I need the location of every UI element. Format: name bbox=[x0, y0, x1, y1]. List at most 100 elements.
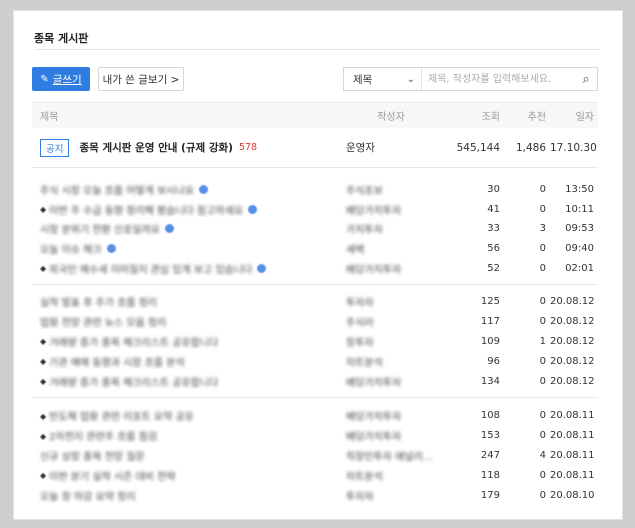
search-type-value: 제목 bbox=[353, 73, 373, 86]
post-title[interactable]: 실적 발표 후 주가 흐름 정리 bbox=[40, 294, 157, 309]
post-author[interactable]: 배당가치투자 bbox=[346, 202, 401, 217]
table-row[interactable]: 오늘 장 마감 요약 정리 투자자 179 0 20.08.10 bbox=[32, 485, 598, 505]
table-row[interactable]: ◆ 기관 매매 동향과 시장 흐름 분석 차트분석 96 0 20.08.12 bbox=[32, 351, 598, 371]
post-likes: 0 bbox=[539, 489, 546, 501]
post-date: 20.08.10 bbox=[550, 489, 595, 501]
new-post-dot-icon bbox=[164, 224, 174, 234]
post-author[interactable]: 직장인투자 애널리... bbox=[346, 448, 432, 463]
table-row[interactable]: 실적 발표 후 주가 흐름 정리 투자자 125 0 20.08.12 bbox=[32, 292, 598, 312]
table-row[interactable]: 주식 시장 오늘 흐름 어떻게 보시나요 주식초보 30 0 13:50 bbox=[32, 180, 598, 200]
post-views: 153 bbox=[480, 430, 500, 442]
post-group: ◆ 반도체 업황 관련 리포트 요약 공유 배당가치투자 108 0 20.08.11 ◆ 2… bbox=[32, 398, 598, 511]
table-row[interactable]: 신규 상장 종목 전망 질문 직장인투자 애널리... 247 4 20.08.11 bbox=[32, 446, 598, 466]
post-author[interactable]: 주식러 bbox=[346, 314, 374, 329]
post-title[interactable]: 거래량 증가 종목 체크리스트 공유합니다 bbox=[49, 334, 218, 349]
post-date: 20.08.11 bbox=[550, 449, 595, 461]
notice-date: 17.10.30 bbox=[550, 141, 597, 154]
post-group: 실적 발표 후 주가 흐름 정리 투자자 125 0 20.08.12 업황 전망 관련 … bbox=[32, 285, 598, 398]
header-likes: 추천 bbox=[527, 112, 546, 123]
bullet-icon: ◆ bbox=[40, 205, 47, 215]
notice-row[interactable]: 공지 종목 게시판 운영 안내 (규제 강화) 578 운영자 545,144 … bbox=[32, 128, 598, 168]
post-title[interactable]: 이번 분기 실적 시즌 대비 전략 bbox=[49, 468, 175, 483]
post-title[interactable]: 이번 주 수급 동향 정리해 봤습니다 참고하세요 bbox=[49, 202, 243, 217]
board-title: 종목 게시판 bbox=[34, 32, 89, 45]
post-author[interactable]: 배당가치투자 bbox=[346, 408, 401, 423]
post-title[interactable]: 오늘 장 마감 요약 정리 bbox=[40, 488, 136, 503]
table-row[interactable]: 시장 분위기 전환 신호일까요 가치투자 33 3 09:53 bbox=[32, 219, 598, 239]
post-title[interactable]: 반도체 업황 관련 리포트 요약 공유 bbox=[49, 408, 194, 423]
post-title[interactable]: 기관 매매 동향과 시장 흐름 분석 bbox=[49, 354, 185, 369]
post-date: 20.08.12 bbox=[550, 335, 595, 347]
new-post-dot-icon bbox=[248, 204, 258, 214]
write-button-label: 글쓰기 bbox=[52, 73, 82, 86]
post-views: 109 bbox=[480, 335, 500, 347]
post-title[interactable]: 외국인 매수세 이어질지 관심 있게 보고 있습니다 bbox=[49, 261, 252, 276]
table-row[interactable]: ◆ 거래량 증가 종목 체크리스트 공유합니다 배당가치투자 134 0 20.08.12 bbox=[32, 371, 598, 391]
notice-title[interactable]: 종목 게시판 운영 안내 (규제 강화) bbox=[79, 140, 232, 155]
notice-views: 545,144 bbox=[456, 141, 500, 154]
post-author[interactable]: 주식초보 bbox=[346, 182, 383, 197]
post-date: 20.08.11 bbox=[550, 410, 595, 422]
post-views: 247 bbox=[480, 449, 500, 461]
search-input[interactable] bbox=[422, 68, 575, 90]
table-row[interactable]: ◆ 이번 주 수급 동향 정리해 봤습니다 참고하세요 배당가치투자 41 0 10:11 bbox=[32, 200, 598, 220]
post-title[interactable]: 업황 전망 관련 뉴스 모음 정리 bbox=[40, 314, 166, 329]
post-author[interactable]: 차트분석 bbox=[346, 354, 383, 369]
search-icon[interactable]: ⌕ bbox=[575, 72, 597, 87]
post-author[interactable]: 새벽 bbox=[346, 241, 364, 256]
post-title[interactable]: 2차전지 관련주 흐름 점검 bbox=[49, 428, 157, 443]
new-post-dot-icon bbox=[257, 263, 267, 273]
table-header: 제목 작성자 조회 추천 일자 bbox=[32, 102, 598, 128]
post-views: 134 bbox=[480, 375, 500, 387]
post-views: 125 bbox=[480, 296, 500, 308]
table-row[interactable]: 업황 전망 관련 뉴스 모음 정리 주식러 117 0 20.08.12 bbox=[32, 312, 598, 332]
post-author[interactable]: 투자자 bbox=[346, 294, 374, 309]
post-likes: 3 bbox=[539, 223, 546, 235]
post-views: 56 bbox=[487, 243, 500, 255]
post-author[interactable]: 가치투자 bbox=[346, 221, 383, 236]
write-button[interactable]: ✎ 글쓰기 bbox=[32, 67, 90, 91]
post-author[interactable]: 투자자 bbox=[346, 488, 374, 503]
notice-likes: 1,486 bbox=[515, 141, 546, 154]
post-date: 20.08.12 bbox=[550, 375, 595, 387]
post-likes: 0 bbox=[539, 430, 546, 442]
my-posts-button[interactable]: 내가 쓴 글보기 > bbox=[98, 67, 184, 91]
post-title[interactable]: 거래량 증가 종목 체크리스트 공유합니다 bbox=[49, 374, 218, 389]
post-likes: 1 bbox=[539, 335, 546, 347]
post-views: 108 bbox=[480, 410, 500, 422]
post-author[interactable]: 배당가치투자 bbox=[346, 374, 401, 389]
post-date: 20.08.12 bbox=[550, 355, 595, 367]
table-row[interactable]: 오늘 이슈 체크 새벽 56 0 09:40 bbox=[32, 239, 598, 259]
post-group: 주식 시장 오늘 흐름 어떻게 보시나요 주식초보 30 0 13:50 ◆ 이번 주 수급… bbox=[32, 168, 598, 285]
new-post-dot-icon bbox=[198, 185, 208, 195]
post-views: 41 bbox=[487, 203, 500, 215]
post-title[interactable]: 오늘 이슈 체크 bbox=[40, 241, 102, 256]
post-date: 09:40 bbox=[565, 243, 594, 255]
post-title[interactable]: 시장 분위기 전환 신호일까요 bbox=[40, 221, 160, 236]
post-author[interactable]: 장투자 bbox=[346, 334, 374, 349]
post-date: 13:50 bbox=[565, 184, 594, 196]
table-row[interactable]: ◆ 반도체 업황 관련 리포트 요약 공유 배당가치투자 108 0 20.08.11 bbox=[32, 406, 598, 426]
table-row[interactable]: ◆ 외국인 매수세 이어질지 관심 있게 보고 있습니다 배당가치투자 52 0 02:0… bbox=[32, 258, 598, 278]
post-likes: 0 bbox=[539, 243, 546, 255]
table-row[interactable]: ◆ 거래량 증가 종목 체크리스트 공유합니다 장투자 109 1 20.08.12 bbox=[32, 332, 598, 352]
chevron-down-icon: ⌄ bbox=[406, 73, 415, 85]
bullet-icon: ◆ bbox=[40, 337, 47, 347]
title-divider bbox=[34, 49, 600, 50]
post-date: 20.08.12 bbox=[550, 316, 595, 328]
search-type-select[interactable]: 제목 ⌄ bbox=[344, 68, 422, 90]
table-row[interactable]: ◆ 2차전지 관련주 흐름 점검 배당가치투자 153 0 20.08.11 bbox=[32, 426, 598, 446]
header-views: 조회 bbox=[481, 112, 500, 123]
post-author[interactable]: 배당가치투자 bbox=[346, 428, 401, 443]
header-title: 제목 bbox=[40, 112, 59, 123]
bullet-icon: ◆ bbox=[40, 471, 47, 481]
post-likes: 0 bbox=[539, 375, 546, 387]
post-author[interactable]: 배당가치투자 bbox=[346, 261, 401, 276]
post-table: 제목 작성자 조회 추천 일자 공지 종목 게시판 운영 안내 (규제 강화) … bbox=[32, 102, 598, 511]
toolbar: ✎ 글쓰기 내가 쓴 글보기 > 제목 ⌄ ⌕ bbox=[32, 67, 598, 91]
post-author[interactable]: 차트분석 bbox=[346, 468, 383, 483]
post-title[interactable]: 주식 시장 오늘 흐름 어떻게 보시나요 bbox=[40, 182, 194, 197]
post-title[interactable]: 신규 상장 종목 전망 질문 bbox=[40, 448, 145, 463]
header-author: 작성자 bbox=[377, 112, 405, 123]
table-row[interactable]: ◆ 이번 분기 실적 시즌 대비 전략 차트분석 118 0 20.08.11 bbox=[32, 465, 598, 485]
